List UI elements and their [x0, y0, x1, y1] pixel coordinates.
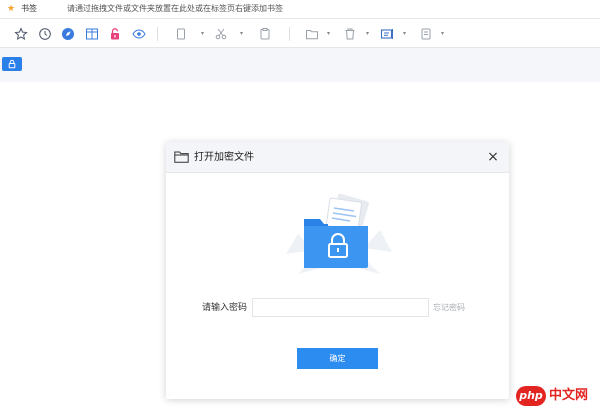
split-view-icon[interactable] [84, 26, 100, 42]
tab-strip [0, 48, 600, 82]
toolbar: ▾ ▾ ▾ ▾ ▾ ▾ [0, 20, 600, 48]
php-cn-watermark: php 中文网 [516, 386, 600, 406]
watermark-site: 中文网 [549, 388, 589, 403]
close-icon[interactable]: × [486, 150, 500, 164]
dialog-title: 打开加密文件 [194, 152, 254, 163]
bookmarks-title[interactable]: 书签 [21, 3, 37, 15]
bookmarks-hint: 请通过拖拽文件或文件夹放置在此处或在标签页右键添加书签 [67, 4, 283, 13]
chevron-down-icon[interactable]: ▾ [366, 31, 372, 37]
bookmark-star-icon: ★ [7, 4, 16, 14]
chevron-down-icon[interactable]: ▾ [201, 31, 207, 37]
bookmarks-bar: ★ 书签 请通过拖拽文件或文件夹放置在此处或在标签页右键添加书签 [0, 0, 600, 19]
watermark-brand: php [516, 386, 546, 406]
eye-icon[interactable] [131, 26, 147, 42]
delete-icon[interactable] [342, 26, 358, 42]
paste-icon[interactable] [257, 26, 273, 42]
chevron-down-icon[interactable]: ▾ [441, 31, 447, 37]
star-icon[interactable] [13, 26, 29, 42]
dialog-header: 打开加密文件 × [166, 142, 509, 173]
folder-icon[interactable] [304, 26, 320, 42]
chevron-down-icon[interactable]: ▾ [327, 31, 333, 37]
password-label: 请输入密码 [202, 303, 248, 313]
open-encrypted-file-dialog: 打开加密文件 × 请输入密码 忘记密码 确定 [166, 142, 509, 399]
toolbar-separator [157, 27, 158, 41]
chevron-down-icon[interactable]: ▾ [403, 31, 409, 37]
chevron-down-icon[interactable]: ▾ [240, 31, 246, 37]
clock-icon[interactable] [37, 26, 53, 42]
encrypted-folder-illustration [286, 193, 392, 274]
lock-icon[interactable] [107, 26, 123, 42]
rocket-icon[interactable] [60, 26, 76, 42]
encrypted-tab[interactable] [2, 57, 22, 71]
rename-icon[interactable] [379, 26, 395, 42]
confirm-button[interactable]: 确定 [297, 348, 378, 369]
cut-icon[interactable] [213, 26, 229, 42]
forgot-password-link[interactable]: 忘记密码 [433, 302, 465, 314]
folder-icon [174, 151, 189, 163]
properties-icon[interactable] [418, 26, 434, 42]
copy-icon[interactable] [173, 26, 189, 42]
lock-icon [8, 59, 16, 69]
password-input[interactable] [252, 298, 429, 317]
toolbar-separator [289, 27, 290, 41]
